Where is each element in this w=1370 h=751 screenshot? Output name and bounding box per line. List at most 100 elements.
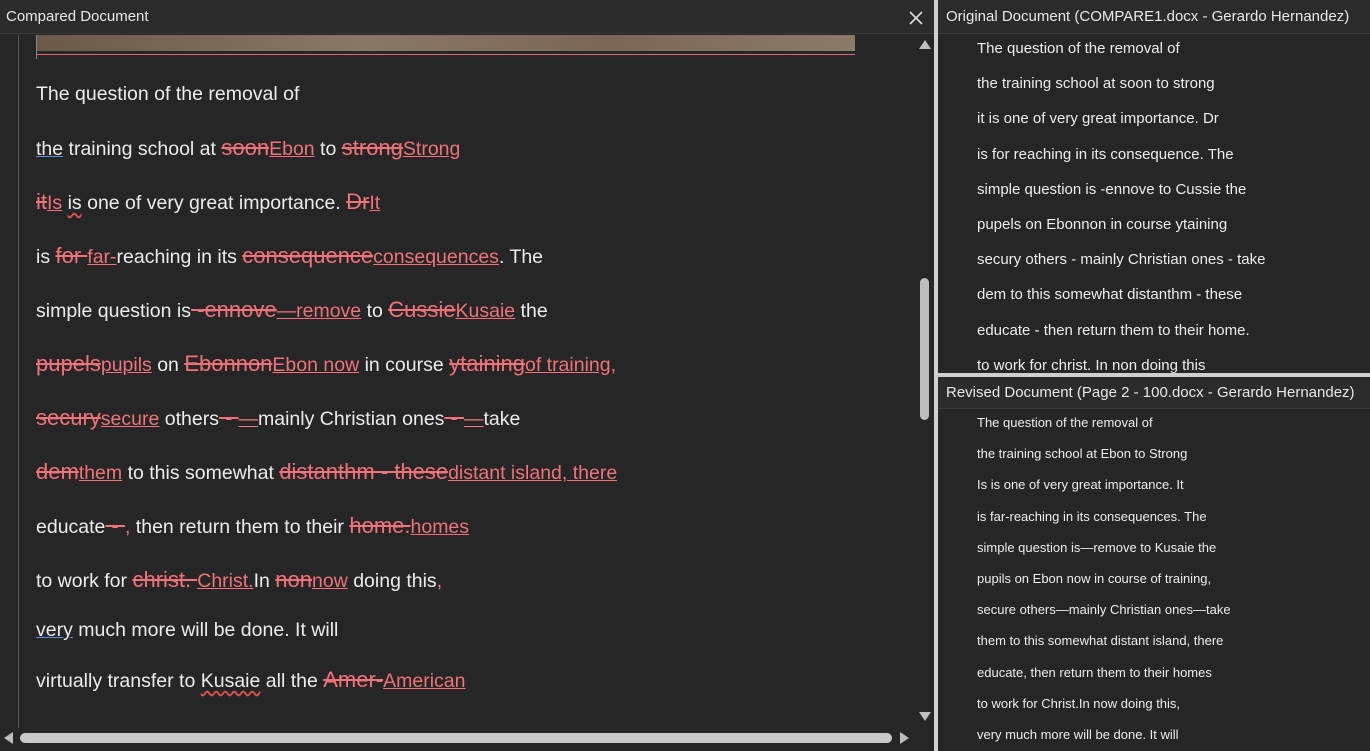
- compared-line: The question of the removal of: [36, 81, 299, 107]
- text-run: much more will be done. It will: [72, 619, 339, 641]
- text-run: educate: [36, 516, 106, 538]
- original-line: is for reaching in its consequence. The: [977, 145, 1234, 163]
- inserted-text: them: [78, 462, 123, 484]
- scroll-down-arrow-icon[interactable]: [919, 712, 931, 721]
- flagged-word: is: [67, 192, 82, 214]
- vertical-scroll-thumb[interactable]: [920, 278, 929, 420]
- deleted-text: home.: [349, 513, 411, 538]
- compared-document-title: Compared Document: [6, 8, 149, 25]
- text-run: to: [314, 138, 342, 160]
- deleted-text: pupels: [36, 351, 101, 376]
- text-run: to this somewhat: [122, 462, 280, 484]
- deleted-text: -: [218, 405, 239, 430]
- revised-line: secure others—mainly Christian ones—take: [977, 602, 1231, 618]
- text-run: doing this: [347, 570, 437, 592]
- deleted-text: Amer-: [323, 667, 384, 692]
- marked-word: very: [36, 619, 73, 641]
- deleted-text: distanthm - these: [279, 459, 449, 484]
- deleted-text: it: [36, 189, 47, 214]
- original-line: simple question is -ennove to Cussie the: [977, 180, 1247, 198]
- text-run: the: [515, 300, 548, 322]
- inserted-text: ,: [436, 570, 443, 592]
- revision-divider-line: [36, 54, 855, 55]
- text-run: training school at: [63, 138, 222, 160]
- original-line: pupels on Ebonnon in course ytaining: [977, 216, 1228, 233]
- flagged-word: Kusaie: [200, 670, 261, 692]
- vertical-scrollbar[interactable]: [914, 35, 934, 728]
- original-document-title: Original Document (COMPARE1.docx - Gerar…: [946, 8, 1350, 25]
- scroll-right-arrow-icon[interactable]: [900, 732, 909, 744]
- original-line: The question of the removal of: [977, 40, 1180, 57]
- revised-line: educate, then return them to their homes: [977, 664, 1212, 680]
- inserted-text: distant island, there: [448, 462, 618, 484]
- compared-line: is for far-reaching in its consequenceco…: [36, 243, 543, 270]
- text-run: The question of the removal of: [36, 83, 300, 105]
- compared-line: to work for christ. Christ.In nonnow doi…: [36, 567, 442, 594]
- inserted-text: Is: [47, 192, 63, 214]
- original-line: it is one of very great importance. Dr: [977, 110, 1219, 128]
- revised-line: The question of the removal of: [977, 415, 1153, 430]
- inserted-text: homes: [410, 516, 470, 538]
- deleted-text: Cussie: [388, 297, 456, 322]
- revised-line: to work for Christ.In now doing this,: [977, 695, 1181, 711]
- text-run: mainly Christian ones: [258, 408, 445, 430]
- deleted-text: dem: [36, 459, 79, 484]
- revised-line: simple question is—remove to Kusaie the: [977, 539, 1217, 555]
- scanned-image-strip: [36, 35, 855, 51]
- text-run: simple question is: [36, 300, 191, 322]
- deleted-text: Ebonnon: [184, 351, 273, 376]
- inserted-text: of training,: [524, 354, 617, 376]
- horizontal-scrollbar[interactable]: [0, 728, 914, 748]
- text-run: take: [483, 408, 521, 430]
- revised-document-pane: Revised Document (Page 2 - 100.docx - Ge…: [938, 377, 1370, 751]
- text-run: all the: [260, 670, 324, 692]
- revised-line: is far-reaching in its consequences. The: [977, 508, 1207, 524]
- original-line: educate - then return them to their home…: [977, 321, 1250, 339]
- compared-document-pane: Compared Document The question of the re…: [0, 0, 934, 751]
- text-run: to: [361, 300, 389, 322]
- scroll-left-arrow-icon[interactable]: [4, 732, 13, 744]
- compared-document-body[interactable]: The question of the removal of the traini…: [0, 35, 914, 728]
- scroll-up-arrow-icon[interactable]: [919, 40, 931, 49]
- inserted-text: Ebon now: [272, 354, 360, 376]
- inserted-text: now: [312, 570, 348, 592]
- revised-document-header: Revised Document (Page 2 - 100.docx - Ge…: [938, 377, 1370, 409]
- inserted-text: Kusaie: [455, 300, 516, 322]
- horizontal-scroll-thumb[interactable]: [20, 733, 892, 743]
- deleted-text: -ennove: [191, 297, 277, 322]
- revised-line: pupils on Ebon now in course of training…: [977, 571, 1212, 586]
- text-run: to work for: [36, 570, 133, 592]
- inserted-text: far-: [87, 246, 117, 268]
- inserted-text: —: [238, 408, 259, 430]
- text-run: others: [159, 408, 219, 430]
- revised-document-title: Revised Document (Page 2 - 100.docx - Ge…: [946, 384, 1355, 401]
- inserted-text: Christ.: [197, 570, 254, 592]
- deleted-text: Dr: [346, 189, 370, 214]
- image-edge-marker: [36, 35, 37, 59]
- text-run: . The: [498, 246, 544, 268]
- text-run: then return them to their: [130, 516, 350, 538]
- compared-line: the training school at soonEbon to stron…: [36, 135, 460, 162]
- compared-line: educate - , then return them to their ho…: [36, 513, 469, 540]
- inserted-text: —remove: [276, 300, 362, 322]
- original-document-header: Original Document (COMPARE1.docx - Gerar…: [938, 0, 1370, 34]
- text-run: in course: [359, 354, 450, 376]
- deleted-text: -: [105, 513, 125, 538]
- compared-document-header: Compared Document: [0, 0, 934, 34]
- close-icon[interactable]: [906, 7, 926, 27]
- compared-line: demthem to this somewhat distanthm - the…: [36, 459, 617, 486]
- inserted-text: Ebon: [269, 138, 315, 160]
- original-line: dem to this somewhat distanthm - these: [977, 286, 1243, 304]
- deleted-text: ytaining: [449, 351, 525, 376]
- deleted-text: non: [275, 567, 312, 592]
- inserted-text: It: [369, 192, 381, 214]
- compared-line: securysecure others - —mainly Christian …: [36, 405, 520, 432]
- text-run: In: [253, 570, 276, 592]
- inserted-text: pupils: [100, 354, 152, 376]
- left-margin-rule: [18, 35, 19, 728]
- original-line: secury others - mainly Christian ones - …: [977, 251, 1266, 269]
- inserted-text: consequences: [373, 246, 499, 268]
- compared-line: simple question is -ennove—remove to Cus…: [36, 297, 548, 324]
- compared-line: pupelspupils on EbonnonEbon now in cours…: [36, 351, 616, 378]
- text-run: on: [151, 354, 185, 376]
